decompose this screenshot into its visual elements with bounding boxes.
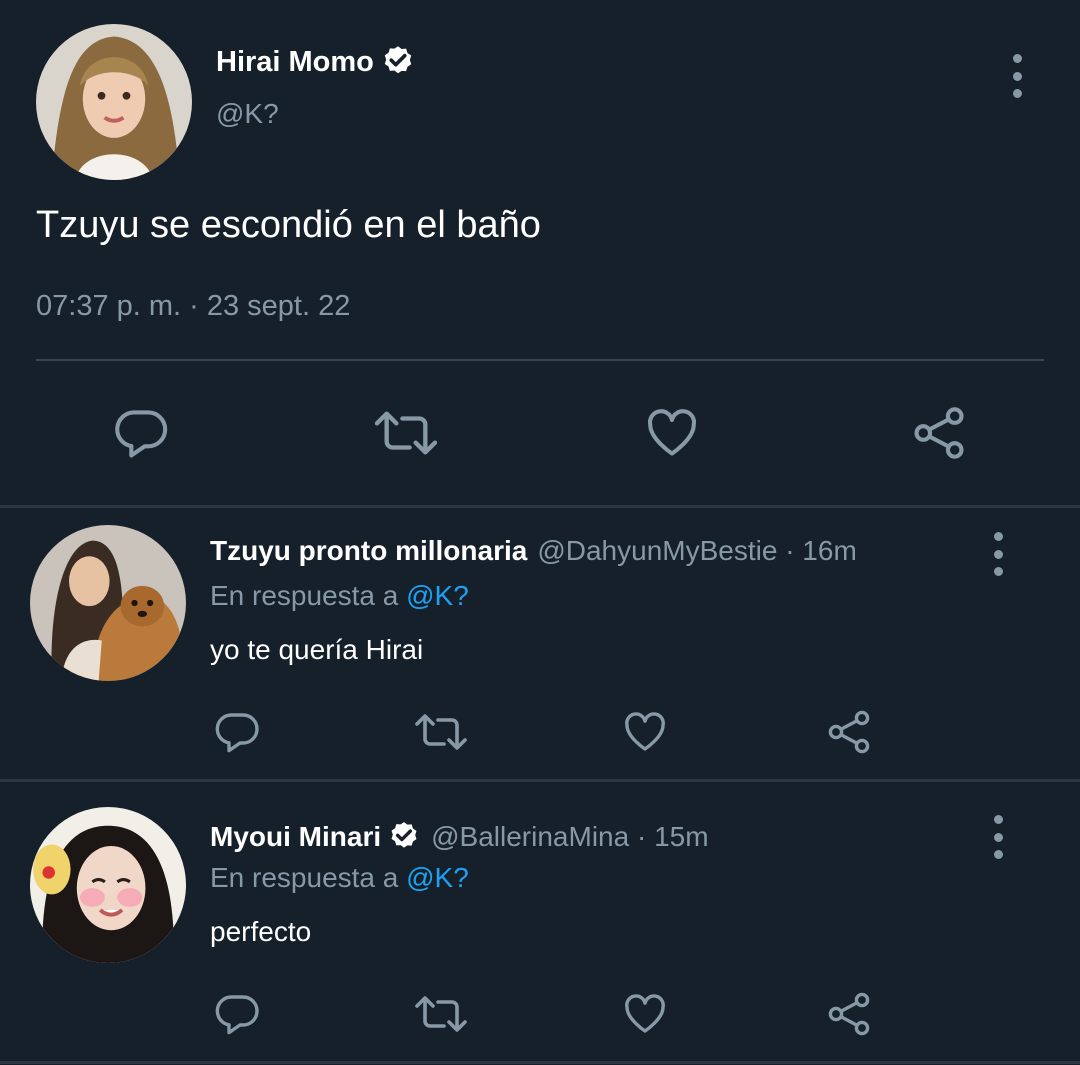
- retweet-icon[interactable]: [372, 404, 440, 462]
- reply-author-meta: @DahyunMyBestie · 16m: [537, 535, 857, 566]
- like-icon[interactable]: [620, 708, 670, 756]
- reply-icon[interactable]: [213, 990, 261, 1038]
- main-author-handle[interactable]: @K?: [216, 98, 279, 130]
- reply-context-link[interactable]: @K?: [406, 862, 469, 893]
- reply-text: yo te quería Hirai: [210, 634, 424, 665]
- main-more-options-icon[interactable]: [1007, 54, 1027, 98]
- main-author-name[interactable]: Hirai Momo: [216, 44, 416, 80]
- reply-header: Myoui Minari @BallerinaMina · 15m: [210, 820, 709, 854]
- verified-badge-icon: [380, 44, 416, 80]
- main-tweet-timestamp[interactable]: 07:37 p. m. · 23 sept. 22: [36, 290, 350, 323]
- section-divider: [0, 1061, 1080, 1064]
- like-icon[interactable]: [642, 404, 702, 462]
- reply-author-avatar[interactable]: [30, 525, 186, 681]
- reply-author-name[interactable]: Tzuyu pronto millonaria: [210, 535, 527, 567]
- reply-header: Tzuyu pronto millonaria @DahyunMyBestie …: [210, 535, 857, 567]
- reply-context-prefix: En respuesta a: [210, 580, 399, 611]
- share-icon[interactable]: [825, 708, 873, 756]
- section-divider: [0, 779, 1080, 782]
- main-tweet-divider: [36, 359, 1044, 361]
- reply-author-name[interactable]: Myoui Minari: [210, 821, 381, 853]
- reply-context-link[interactable]: @K?: [406, 580, 469, 611]
- reply-context: En respuesta a @K?: [210, 580, 469, 612]
- main-author-name-text: Hirai Momo: [216, 45, 374, 78]
- main-author-avatar[interactable]: [36, 24, 192, 180]
- reply-more-options-icon[interactable]: [988, 532, 1008, 576]
- reply-author-meta: @BallerinaMina · 15m: [431, 821, 709, 852]
- retweet-icon[interactable]: [412, 708, 470, 756]
- retweet-icon[interactable]: [412, 990, 470, 1038]
- verified-badge-icon: [387, 820, 421, 854]
- main-tweet-text: Tzuyu se escondió en el baño: [36, 204, 541, 246]
- reply-author-avatar[interactable]: [30, 807, 186, 963]
- reply-icon[interactable]: [112, 404, 170, 462]
- reply-context: En respuesta a @K?: [210, 862, 469, 894]
- reply-icon[interactable]: [213, 708, 261, 756]
- like-icon[interactable]: [620, 990, 670, 1038]
- share-icon[interactable]: [825, 990, 873, 1038]
- share-icon[interactable]: [910, 404, 968, 462]
- tweet-thread: Hirai Momo @K? Tzuyu se escondió en el b…: [0, 0, 1080, 1065]
- section-divider: [0, 505, 1080, 508]
- reply-context-prefix: En respuesta a: [210, 862, 399, 893]
- reply-more-options-icon[interactable]: [988, 815, 1008, 859]
- reply-text: perfecto: [210, 916, 312, 947]
